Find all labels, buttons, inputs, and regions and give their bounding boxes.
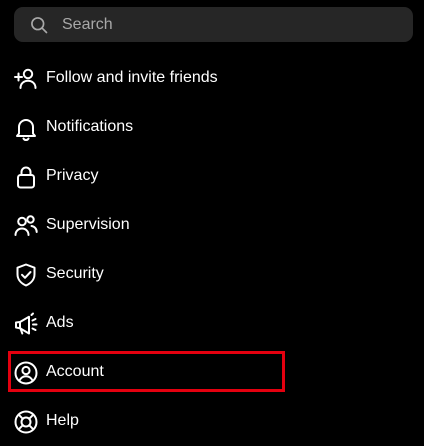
menu-item-label: Privacy [46,167,99,184]
lock-icon [13,164,39,190]
menu-item-follow-invite[interactable]: Follow and invite friends [0,54,424,103]
settings-menu: Follow and invite friends Notifications … [0,54,424,446]
bell-icon [13,115,39,141]
people-icon [13,213,39,239]
search-icon [31,17,48,34]
menu-item-label: Supervision [46,216,130,233]
menu-item-security[interactable]: Security [0,250,424,299]
menu-item-label: Security [46,265,104,282]
menu-item-label: Notifications [46,118,134,135]
menu-item-label: Account [46,363,104,380]
menu-item-label: Ads [46,314,74,331]
menu-item-privacy[interactable]: Privacy [0,152,424,201]
menu-item-supervision[interactable]: Supervision [0,201,424,250]
menu-item-help[interactable]: Help [0,397,424,446]
lifebuoy-icon [13,409,39,435]
menu-item-ads[interactable]: Ads [0,299,424,348]
search-bar[interactable] [14,7,413,42]
shield-check-icon [13,262,39,288]
megaphone-icon [13,311,39,337]
menu-item-notifications[interactable]: Notifications [0,103,424,152]
menu-item-label: Help [46,412,79,429]
menu-item-label: Follow and invite friends [46,69,218,86]
user-circle-icon [13,360,39,386]
menu-item-account[interactable]: Account [0,348,424,397]
search-input[interactable] [62,7,402,42]
add-person-icon [13,66,39,92]
